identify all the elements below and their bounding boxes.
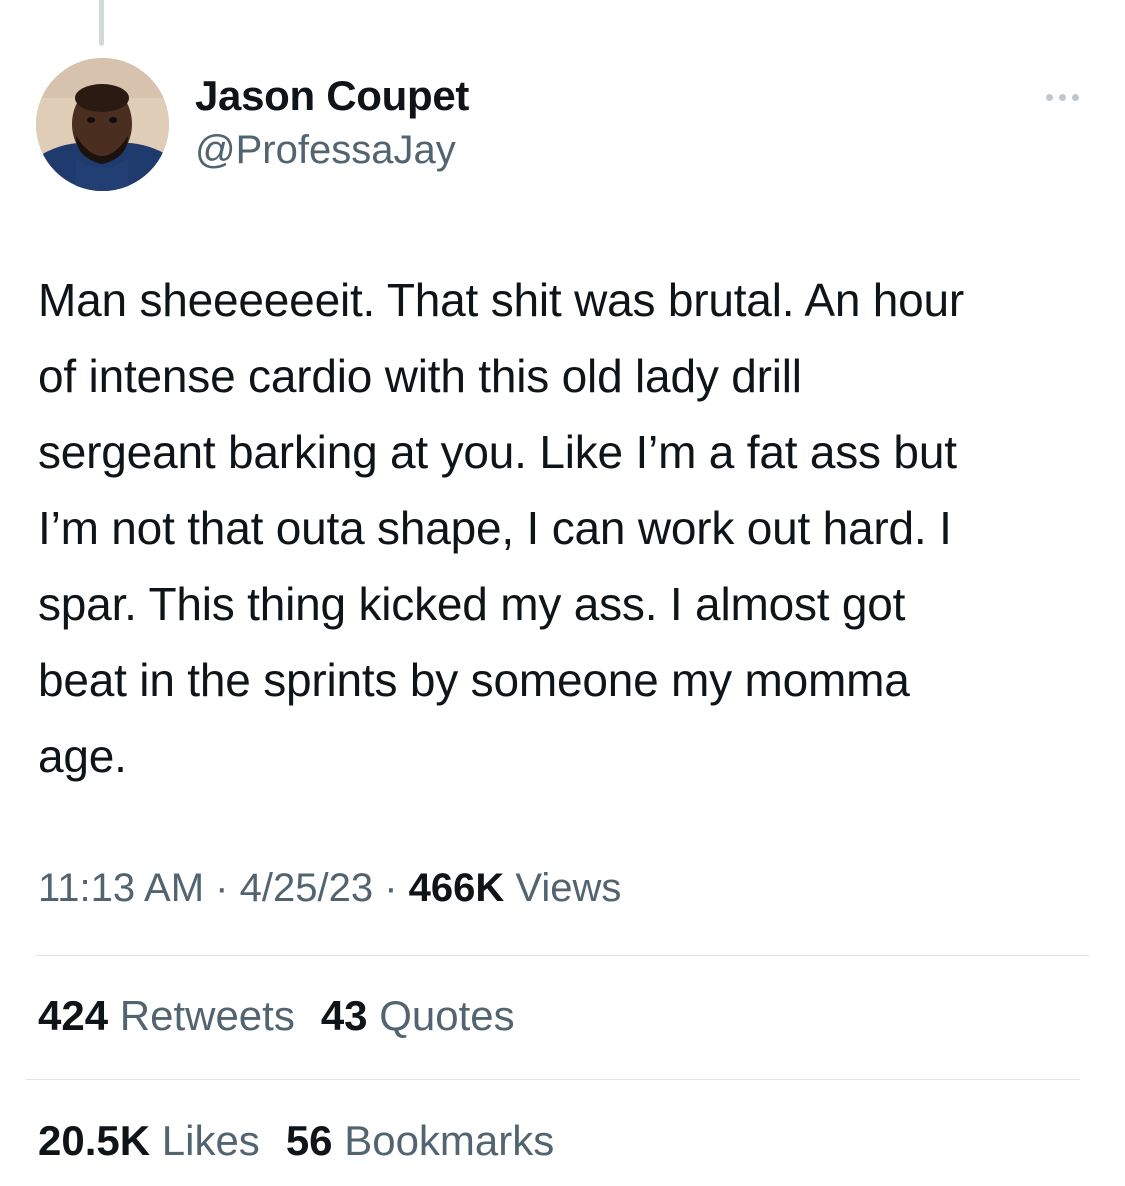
- separator: ·: [215, 866, 229, 910]
- engagement-stats-row: 424 Retweets 43 Quotes: [38, 992, 515, 1040]
- divider: [26, 1079, 1080, 1080]
- separator: ·: [384, 866, 398, 910]
- divider: [36, 955, 1089, 956]
- retweets-count: 424: [38, 992, 109, 1039]
- views-label: Views: [515, 866, 622, 910]
- ellipsis-icon: [1071, 93, 1079, 101]
- quotes-count: 43: [320, 992, 368, 1039]
- bookmarks-label: Bookmarks: [344, 1117, 555, 1164]
- bookmarks-stat[interactable]: 56 Bookmarks: [286, 1117, 554, 1165]
- tweet-text: Man sheeeeeeit. That shit was brutal. An…: [38, 274, 965, 782]
- ellipsis-icon: [1045, 93, 1053, 101]
- profile-photo-icon: [36, 58, 169, 191]
- views-count: 466K: [408, 866, 505, 910]
- likes-stat[interactable]: 20.5K Likes: [38, 1117, 260, 1165]
- more-options-button[interactable]: [1034, 82, 1090, 112]
- thread-connector-line: [99, 0, 104, 46]
- quotes-label: Quotes: [379, 992, 515, 1039]
- tweet-meta: 11:13 AM · 4/25/23 · 466K Views: [38, 866, 621, 911]
- bookmarks-count: 56: [285, 1117, 333, 1164]
- tweet-date[interactable]: 4/25/23: [240, 866, 373, 910]
- retweets-stat[interactable]: 424 Retweets: [38, 992, 295, 1040]
- quotes-stat[interactable]: 43 Quotes: [321, 992, 515, 1040]
- retweets-label: Retweets: [119, 992, 295, 1039]
- likes-count: 20.5K: [38, 1117, 151, 1164]
- author-name[interactable]: Jason Coupet: [195, 72, 469, 120]
- likes-label: Likes: [161, 1117, 260, 1164]
- avatar[interactable]: [36, 58, 169, 191]
- tweet-time[interactable]: 11:13 AM: [38, 866, 204, 910]
- ellipsis-icon: [1058, 93, 1066, 101]
- engagement-stats-row: 20.5K Likes 56 Bookmarks: [38, 1117, 554, 1165]
- author-handle[interactable]: @ProfessaJay: [195, 128, 456, 173]
